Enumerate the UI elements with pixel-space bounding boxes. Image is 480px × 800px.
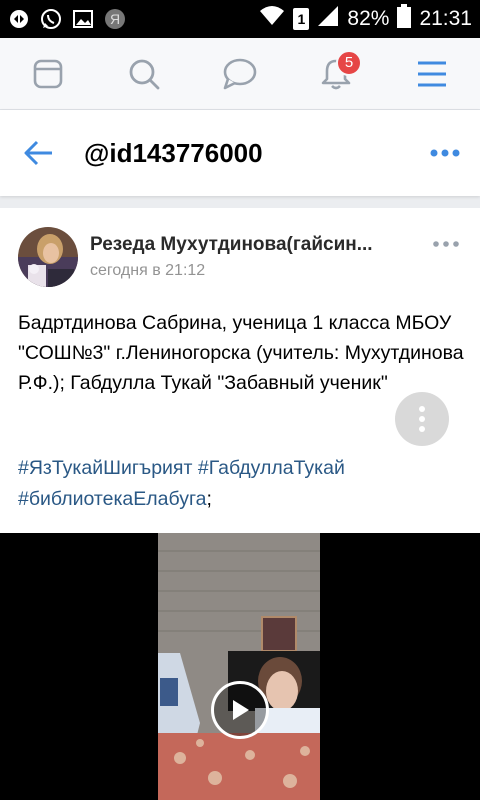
back-button[interactable] (0, 110, 78, 196)
yandex-icon: Я (104, 8, 126, 30)
post-author[interactable]: Резеда Мухутдинова(гайсин... (90, 234, 420, 256)
svg-text:Я: Я (110, 11, 120, 27)
post-card: Резеда Мухутдинова(гайсин... сегодня в 2… (0, 208, 480, 800)
header-more-button[interactable] (410, 110, 480, 196)
more-vertical-icon (419, 406, 425, 432)
more-horizontal-icon (430, 149, 460, 157)
clock: 21:31 (419, 7, 472, 30)
top-navigation: 5 (0, 38, 480, 110)
feed-icon (33, 59, 63, 88)
post-time: сегодня в 21:12 (90, 262, 206, 279)
page-title: @id143776000 (84, 137, 263, 168)
post-header: Резеда Мухутдинова(гайсин... сегодня в 2… (0, 208, 480, 294)
avatar[interactable] (18, 227, 78, 287)
search-icon (129, 59, 160, 89)
tags-suffix: ; (206, 488, 212, 510)
sim-indicator: 1 (293, 8, 310, 30)
battery-percent: 82% (347, 7, 390, 30)
status-bar: Я 1 82% 21:31 (0, 0, 480, 38)
notifications-button[interactable]: 5 (306, 44, 366, 104)
hashtag-link[interactable]: #библиотекаЕлабуга (18, 488, 207, 510)
menu-icon (418, 61, 446, 86)
more-horizontal-icon (433, 241, 459, 247)
video-player[interactable] (0, 533, 480, 800)
play-button[interactable] (211, 681, 269, 739)
hashtag-link[interactable]: #ЯзТукайШигърият (18, 457, 192, 479)
battery-icon (397, 4, 412, 34)
gallery-icon (72, 8, 94, 30)
feed-button[interactable] (18, 44, 78, 104)
play-icon (233, 700, 249, 720)
search-button[interactable] (114, 44, 174, 104)
messages-button[interactable] (210, 44, 270, 104)
signal-icon (317, 5, 339, 33)
page-header: @id143776000 (0, 110, 480, 196)
post-text: Бадртдинова Сабрина, ученица 1 класса МБ… (18, 312, 464, 394)
back-arrow-icon (24, 140, 52, 166)
wifi-icon (259, 5, 285, 33)
notification-icon (8, 8, 30, 30)
video-thumbnail (0, 533, 480, 800)
notifications-badge: 5 (336, 49, 362, 76)
post-menu-button[interactable] (428, 234, 464, 254)
hashtag-link[interactable]: #ГабдуллаТукай (198, 457, 345, 479)
post-tags: #ЯзТукайШигърият #ГабдуллаТукай #библиот… (18, 453, 464, 515)
menu-button[interactable] (402, 44, 462, 104)
whatsapp-icon (40, 8, 62, 30)
floating-more-button[interactable] (395, 392, 449, 446)
messages-icon (223, 58, 257, 89)
